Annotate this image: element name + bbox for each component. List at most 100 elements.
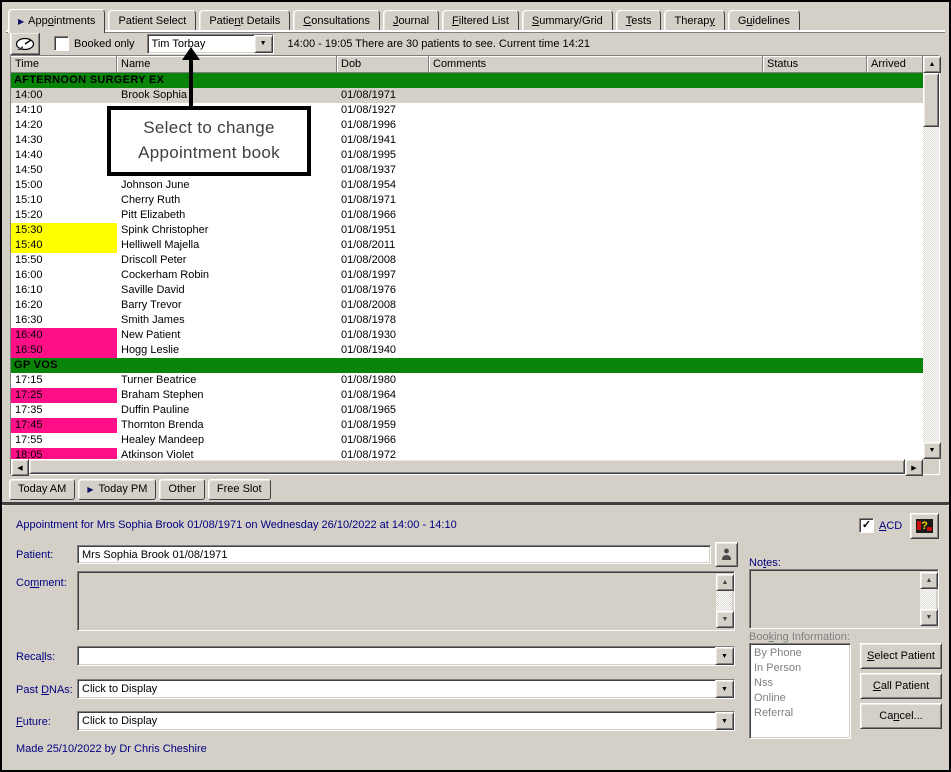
future-dropdown[interactable]: Click to Display ▼ (77, 711, 735, 731)
table-row[interactable]: 16:10Saville David01/08/1976 (11, 283, 923, 298)
table-row[interactable]: 16:40New Patient01/08/1930 (11, 328, 923, 343)
cell-arrived (867, 313, 923, 328)
session-tab-today-pm[interactable]: ▶Today PM (78, 479, 156, 500)
cell-name: Barry Trevor (117, 298, 337, 313)
cell-arrived (867, 418, 923, 433)
column-header-dob[interactable]: Dob (337, 56, 429, 72)
cell-arrived (867, 193, 923, 208)
tab-consultations[interactable]: Consultations (293, 10, 380, 31)
cell-arrived (867, 283, 923, 298)
tab-patient-details[interactable]: Patient Details (199, 10, 290, 31)
cell-comments (429, 178, 763, 193)
main-tab-strip: ▶AppointmentsPatient SelectPatient Detai… (8, 6, 943, 31)
column-header-arrived[interactable]: Arrived (867, 56, 923, 72)
select-patient-button[interactable]: Select Patient (860, 643, 942, 669)
table-row[interactable]: 15:00Johnson June01/08/1954 (11, 178, 923, 193)
scroll-up-icon[interactable]: ▲ (923, 56, 941, 73)
acd-group: ✓ ACD (859, 518, 902, 533)
scroll-left-icon[interactable]: ◀ (11, 459, 29, 476)
cell-time: 17:55 (11, 433, 117, 448)
tab-guidelines[interactable]: Guidelines (728, 10, 800, 31)
session-tab-other[interactable]: Other (159, 479, 205, 500)
cell-dob: 01/08/1930 (337, 328, 429, 343)
acd-checkbox[interactable]: ✓ (859, 518, 874, 533)
scroll-down-icon[interactable]: ▼ (923, 442, 941, 459)
table-row[interactable]: 16:20Barry Trevor01/08/2008 (11, 298, 923, 313)
cell-time: 16:10 (11, 283, 117, 298)
booked-only-checkbox[interactable] (54, 36, 69, 51)
gauge-button[interactable] (10, 32, 40, 55)
table-row[interactable]: 15:50Driscoll Peter01/08/2008 (11, 253, 923, 268)
table-row[interactable]: 16:00Cockerham Robin01/08/1997 (11, 268, 923, 283)
callout-text-line2: Appointment book (138, 141, 280, 166)
call-patient-button[interactable]: Call Patient (860, 673, 942, 699)
chevron-down-icon[interactable]: ▼ (254, 35, 273, 53)
table-row[interactable]: 17:35Duffin Pauline01/08/1965 (11, 403, 923, 418)
table-row[interactable]: 15:20Pitt Elizabeth01/08/1966 (11, 208, 923, 223)
cell-dob: 01/08/1941 (337, 133, 429, 148)
cell-comments (429, 88, 763, 103)
tab-appointments[interactable]: ▶Appointments (8, 9, 105, 33)
table-row[interactable]: 16:30Smith James01/08/1978 (11, 313, 923, 328)
column-header-status[interactable]: Status (763, 56, 867, 72)
future-value: Click to Display (78, 712, 715, 730)
column-header-time[interactable]: Time (11, 56, 117, 72)
cell-time: 15:50 (11, 253, 117, 268)
vertical-scrollbar[interactable]: ▲ ▼ (923, 56, 939, 459)
cell-arrived (867, 223, 923, 238)
cell-arrived (867, 433, 923, 448)
column-header-comments[interactable]: Comments (429, 56, 763, 72)
vertical-scrollbar-thumb[interactable] (923, 73, 939, 127)
cell-time: 17:15 (11, 373, 117, 388)
table-row[interactable]: 17:45Thornton Brenda01/08/1959 (11, 418, 923, 433)
tab-patient-select[interactable]: Patient Select (108, 10, 196, 31)
session-tab-free-slot[interactable]: Free Slot (208, 479, 271, 500)
cell-arrived (867, 403, 923, 418)
cell-name: Turner Beatrice (117, 373, 337, 388)
acd-help-button[interactable]: ? (910, 513, 939, 539)
tab-journal[interactable]: Journal (383, 10, 439, 31)
table-row[interactable]: 16:50Hogg Leslie01/08/1940 (11, 343, 923, 358)
tab-tests[interactable]: Tests (616, 10, 662, 31)
table-row[interactable]: 14:00Brook Sophia01/08/1971 (11, 88, 923, 103)
scroll-right-icon[interactable]: ▶ (905, 459, 923, 476)
cell-status (763, 313, 867, 328)
column-header-name[interactable]: Name (117, 56, 337, 72)
cell-name: Hogg Leslie (117, 343, 337, 358)
session-tab-today-am[interactable]: Today AM (9, 479, 75, 500)
patient-field[interactable]: Mrs Sophia Brook 01/08/1971 (77, 545, 711, 564)
tab-label-post: ummary/Grid (539, 15, 603, 27)
cancel-button[interactable]: Cancel... (860, 703, 942, 729)
cell-arrived (867, 298, 923, 313)
cell-comments (429, 118, 763, 133)
chevron-down-icon[interactable]: ▼ (715, 647, 734, 665)
table-row[interactable]: 15:10Cherry Ruth01/08/1971 (11, 193, 923, 208)
table-row[interactable]: 15:40Helliwell Majella01/08/2011 (11, 238, 923, 253)
table-row[interactable]: 15:30Spink Christopher01/08/1951 (11, 223, 923, 238)
chevron-down-icon[interactable]: ▼ (715, 680, 734, 698)
patient-details-button[interactable] (715, 542, 738, 567)
gauge-icon (15, 37, 35, 51)
cell-arrived (867, 103, 923, 118)
cell-name: Healey Mandeep (117, 433, 337, 448)
tab-filtered-list[interactable]: Filtered List (442, 10, 519, 31)
past-dnas-dropdown[interactable]: Click to Display ▼ (77, 679, 735, 699)
vertical-scrollbar-track[interactable] (923, 127, 939, 442)
appointment-book-selector[interactable]: Tim Torbay ▼ (147, 34, 274, 54)
tab-summary-grid[interactable]: Summary/Grid (522, 10, 613, 31)
table-row[interactable]: 18:05Atkinson Violet01/08/1972 (11, 448, 923, 459)
tab-label-post: ests (631, 15, 651, 27)
chevron-down-icon[interactable]: ▼ (715, 712, 734, 730)
comment-label: Comment: (16, 577, 67, 589)
horizontal-scrollbar-thumb[interactable] (29, 459, 905, 474)
horizontal-scrollbar[interactable]: ◀ ▶ (11, 459, 923, 474)
session-tab-label: Other (168, 483, 196, 495)
table-row[interactable]: 17:55Healey Mandeep01/08/1966 (11, 433, 923, 448)
cell-status (763, 208, 867, 223)
booking-option-online: Online (754, 691, 846, 706)
recalls-dropdown[interactable]: ▼ (77, 646, 735, 666)
table-row[interactable]: 17:15Turner Beatrice01/08/1980 (11, 373, 923, 388)
table-row[interactable]: 17:25Braham Stephen01/08/1964 (11, 388, 923, 403)
tab-therapy[interactable]: Therapy (664, 10, 724, 31)
cell-status (763, 343, 867, 358)
